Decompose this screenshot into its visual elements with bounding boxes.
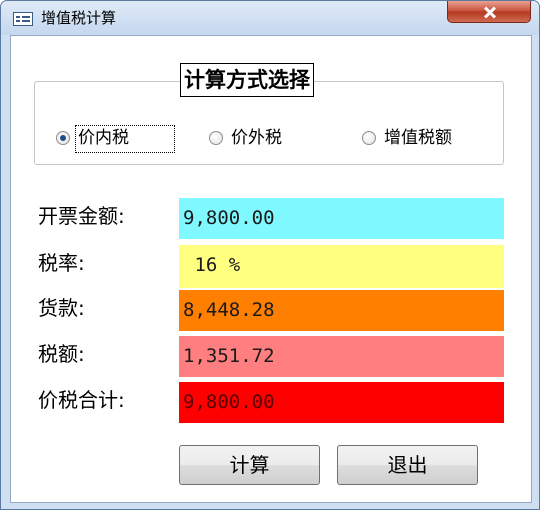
radio-label-vat-amount[interactable]: 增值税额 [384, 125, 452, 151]
window-title: 增值税计算 [41, 9, 117, 27]
tax-rate-label: 税率: [38, 251, 85, 275]
total-amount-label: 价税合计: [38, 388, 125, 412]
tax-amount-label: 税额: [38, 342, 85, 366]
tax-rate-field[interactable]: 16 % [179, 245, 504, 288]
form-icon [13, 12, 33, 26]
invoice-amount-field[interactable]: 9,800.00 [179, 198, 504, 239]
tax-amount-field[interactable]: 1,351.72 [179, 336, 504, 377]
radio-label-price-exclusive[interactable]: 价外税 [231, 125, 282, 151]
radio-checked-icon[interactable] [56, 131, 70, 145]
invoice-amount-label: 开票金额: [38, 204, 125, 228]
total-amount-field[interactable]: 9,800.00 [179, 382, 504, 423]
title-bar[interactable]: 增值税计算 [1, 1, 539, 35]
radio-price-inclusive[interactable]: 价内税 [56, 125, 181, 153]
exit-button[interactable]: 退出 [337, 445, 478, 485]
close-icon[interactable] [447, 1, 531, 23]
calculation-method-title: 计算方式选择 [180, 63, 314, 97]
radio-price-exclusive[interactable]: 价外税 [209, 125, 319, 153]
goods-amount-field[interactable]: 8,448.28 [179, 290, 504, 331]
radio-unchecked-icon[interactable] [362, 131, 376, 145]
calculate-button[interactable]: 计算 [179, 445, 320, 485]
radio-unchecked-icon[interactable] [209, 131, 223, 145]
radio-vat-amount[interactable]: 增值税额 [362, 125, 492, 153]
goods-amount-label: 货款: [38, 296, 85, 320]
radio-label-price-inclusive[interactable]: 价内税 [78, 125, 129, 151]
